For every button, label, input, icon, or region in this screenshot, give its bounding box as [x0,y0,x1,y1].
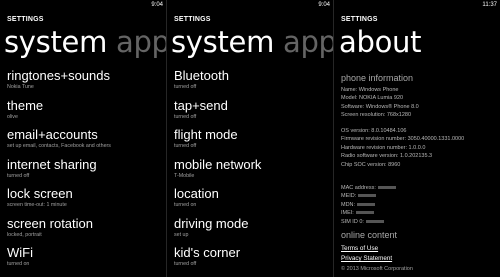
phone-information-header: phone information [341,73,414,83]
setting-ringtones-sounds[interactable]: ringtones+sounds Nokia Tune [7,68,166,98]
setting-subtitle: Nokia Tune [7,84,34,90]
redaction-bar [365,219,384,223]
pivot-header: system applica [4,25,166,59]
setting-title: driving mode [174,215,249,231]
hardware-revision: Hardware revision number: 1.0.0.0 [341,144,426,151]
setting-subtitle: set up [174,231,189,238]
pivot-system[interactable]: system [4,25,107,59]
phone-model: Model: NOKIA Lumia 920 [341,95,404,102]
imei-row: IMEI: [341,209,396,217]
setting-tap-send[interactable]: tap+send turned off [174,98,333,128]
sim-id-label: SIM ID 0: [341,218,364,225]
setting-title: email+accounts [7,127,98,142]
redaction-bar [357,202,376,206]
setting-internet-sharing[interactable]: internet sharing turned off [7,157,166,187]
online-links: Terms of Use Privacy Statement [341,244,392,264]
setting-title: internet sharing [7,156,97,172]
meid-row: MEID: [341,192,396,200]
device-id-block: MAC address: MEID: MDN: IMEI: SIM ID 0: [341,184,396,226]
setting-subtitle: turned off [174,113,197,120]
redaction-bar [355,211,374,215]
setting-bluetooth[interactable]: Bluetooth turned off [174,68,333,98]
setting-subtitle: turned off [7,172,30,179]
setting-subtitle: locked, portrait [7,231,42,238]
setting-title: theme [7,97,44,113]
setting-title: screen rotation [7,215,93,231]
screenshot-collage: 9:04 SETTINGS system applica ringtones+s… [0,0,500,277]
phone-software: Software: Windows® Phone 8.0 [341,103,419,110]
setting-subtitle: screen time-out: 1 minute [7,202,67,208]
mdn-label: MDN: [341,201,356,208]
setting-title: flight mode [174,127,238,142]
app-title: SETTINGS [341,16,378,23]
setting-title: WiFi [7,245,33,260]
phone-name: Name: Windows Phone [341,87,399,93]
mac-address-label: MAC address: [341,185,376,191]
setting-subtitle: T-Mobile [174,172,195,179]
setting-flight-mode[interactable]: flight mode turned off [174,127,333,157]
setting-title: tap+send [174,97,228,113]
setting-subtitle: turned off [174,143,197,149]
setting-title: Bluetooth [174,68,229,83]
redaction-bar [377,186,396,190]
sim-id-row: SIM ID 0: [341,218,396,226]
mac-address-row: MAC address: [341,184,396,192]
privacy-statement-link[interactable]: Privacy Statement [341,254,392,264]
setting-mobile-network[interactable]: mobile network T-Mobile [174,157,333,187]
setting-subtitle: turned on [7,261,30,267]
page-title: about [339,25,422,59]
terms-of-use-link[interactable]: Terms of Use [341,244,392,254]
settings-about-screen: 11:37 SETTINGS about phone information N… [334,0,500,277]
setting-theme[interactable]: theme olive [7,98,166,128]
setting-subtitle: olive [7,113,18,120]
setting-lock-screen[interactable]: lock screen screen time-out: 1 minute [7,186,166,216]
status-time: 9:04 [151,2,163,8]
version-info-block: OS version: 8.0.10484.106 Firmware revis… [341,127,464,169]
radio-software-version: Radio software version: 1.0.202135.3 [341,153,433,160]
chip-soc-version: Chip SOC version: 8960 [341,161,401,168]
setting-title: mobile network [174,156,262,172]
status-time: 9:04 [318,2,330,8]
settings-list: Bluetooth turned off tap+send turned off… [174,68,333,275]
pivot-header: system applica [171,25,333,59]
pivot-applications[interactable]: applica [116,25,166,59]
redaction-bar [358,194,377,198]
setting-subtitle: set up email, contacts, Facebook and oth… [7,143,111,149]
phone-info-block: Name: Windows Phone Model: NOKIA Lumia 9… [341,86,419,120]
screen-resolution: Screen resolution: 768x1280 [341,112,412,119]
copyright-text: © 2013 Microsoft Corporation [341,266,413,272]
pivot-system[interactable]: system [171,25,274,59]
firmware-revision: Firmware revision number: 3050.40000.133… [341,136,465,143]
meid-label: MEID: [341,193,357,200]
setting-title: location [174,186,219,201]
app-title: SETTINGS [174,16,211,23]
setting-location[interactable]: location turned on [174,186,333,216]
status-time: 11:37 [482,2,497,8]
imei-label: IMEI: [341,210,354,217]
setting-email-accounts[interactable]: email+accounts set up email, contacts, F… [7,127,166,157]
settings-system-screen-2: 9:04 SETTINGS system applica Bluetooth t… [167,0,333,277]
setting-subtitle: turned on [174,202,197,208]
os-version: OS version: 8.0.10484.106 [341,128,407,134]
setting-kids-corner[interactable]: kid's corner turned off [174,245,333,275]
setting-driving-mode[interactable]: driving mode set up [174,216,333,246]
pivot-applications[interactable]: applica [283,25,333,59]
setting-wifi[interactable]: WiFi turned on [7,245,166,275]
online-content-header: online content [341,230,398,240]
settings-system-screen-1: 9:04 SETTINGS system applica ringtones+s… [0,0,166,277]
mdn-row: MDN: [341,201,396,209]
setting-subtitle: turned off [174,84,197,90]
setting-title: lock screen [7,186,73,201]
app-title: SETTINGS [7,16,44,23]
setting-subtitle: turned off [174,261,197,267]
setting-title: kid's corner [174,245,241,260]
settings-list: ringtones+sounds Nokia Tune theme olive … [7,68,166,275]
setting-screen-rotation[interactable]: screen rotation locked, portrait [7,216,166,246]
setting-title: ringtones+sounds [7,68,110,83]
